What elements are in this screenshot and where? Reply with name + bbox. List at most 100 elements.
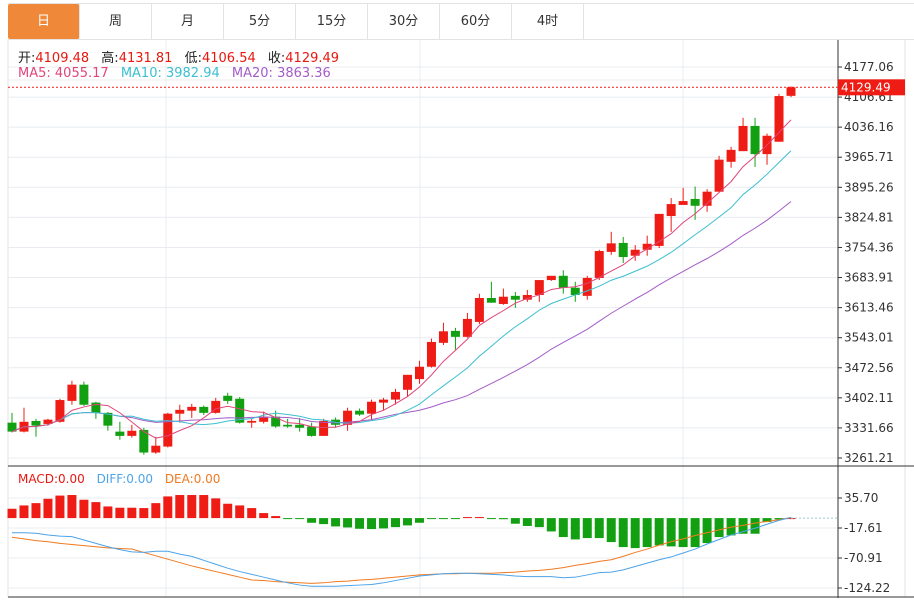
macd-bar xyxy=(522,518,532,526)
candle-body xyxy=(774,96,784,142)
price-tick-label: 4036.16 xyxy=(844,120,894,134)
ma20-label: MA20: xyxy=(231,66,273,81)
candle-body xyxy=(498,296,508,304)
ohlc-info: 开:4109.48 高:4131.81 低:4106.54 收:4129.49 xyxy=(18,47,347,66)
candle xyxy=(438,322,448,345)
candle xyxy=(19,407,29,433)
macd-bar xyxy=(199,495,209,519)
macd-bar xyxy=(235,505,245,519)
candle xyxy=(199,405,209,415)
candle-body xyxy=(355,410,365,415)
ma20-value: 3863.36 xyxy=(277,66,331,81)
macd-bar xyxy=(558,518,568,538)
candle xyxy=(786,86,796,98)
candle-body xyxy=(786,87,796,96)
macd-bar xyxy=(91,502,101,519)
macd-bar xyxy=(319,518,329,525)
candle xyxy=(462,312,472,338)
macd-bar xyxy=(187,495,197,519)
ma-info: MA5: 4055.17 MA10: 3982.94 MA20: 3863.36 xyxy=(18,66,331,81)
candle-body xyxy=(738,125,748,152)
price-tick-label: 3824.81 xyxy=(844,210,894,224)
price-tick-label: 3965.71 xyxy=(844,150,894,164)
macd-bar xyxy=(402,518,412,526)
macd-bar xyxy=(163,496,173,519)
candle-body xyxy=(582,277,592,296)
candle-body xyxy=(618,242,628,258)
candle-body xyxy=(307,426,317,436)
candle xyxy=(474,293,484,325)
ma10-label: MA10: xyxy=(120,66,162,81)
close-value: 4129.49 xyxy=(285,51,340,66)
price-tick-label: 3261.21 xyxy=(844,451,894,465)
candle xyxy=(558,270,568,294)
macd-label: MACD: xyxy=(18,472,59,486)
candle-body xyxy=(606,243,616,252)
open-value: 4109.48 xyxy=(35,51,90,66)
candle-body xyxy=(175,409,185,414)
candle xyxy=(714,155,724,192)
macd-bar xyxy=(510,518,520,524)
candle xyxy=(355,408,365,416)
macd-bar xyxy=(247,508,257,519)
candle-body xyxy=(402,374,412,390)
candle-body xyxy=(79,384,89,405)
candle-body xyxy=(295,424,305,428)
candle xyxy=(546,275,556,281)
candle xyxy=(642,235,652,256)
macd-bar xyxy=(127,507,137,519)
macd-bar xyxy=(283,518,293,520)
macd-tick-label: -17.61 xyxy=(844,521,883,535)
macd-bar xyxy=(151,503,161,519)
candle-body xyxy=(151,445,161,453)
candlestick-chart[interactable]: 4177.064106.614036.163965.713895.263824.… xyxy=(0,0,914,601)
macd-bar xyxy=(175,495,185,519)
macd-bar xyxy=(55,495,65,519)
diff-label: DIFF: xyxy=(96,472,127,486)
candle-body xyxy=(67,384,77,401)
macd-bar xyxy=(331,518,341,527)
price-tick-label: 3895.26 xyxy=(844,180,894,194)
macd-bar xyxy=(367,518,377,530)
candle xyxy=(247,418,257,428)
macd-bar xyxy=(450,518,460,520)
macd-bar xyxy=(750,518,760,534)
candle-body xyxy=(247,420,257,423)
macd-bar xyxy=(618,518,628,548)
macd-tick-label: -70.91 xyxy=(844,551,883,565)
close-label: 收: xyxy=(267,51,286,66)
macd-bar xyxy=(139,508,149,519)
candle-body xyxy=(750,125,760,155)
macd-bar xyxy=(474,517,484,519)
candle xyxy=(666,198,676,232)
candle xyxy=(163,412,173,448)
candle xyxy=(450,327,460,350)
candle xyxy=(307,422,317,437)
macd-value: 0.00 xyxy=(58,472,85,486)
candle-body xyxy=(474,297,484,322)
macd-bar xyxy=(426,518,436,520)
open-label: 开: xyxy=(18,51,36,66)
macd-bar xyxy=(486,518,496,520)
macd-bar xyxy=(570,518,580,540)
candle-body xyxy=(630,249,640,256)
candle xyxy=(55,398,65,423)
candle xyxy=(486,281,496,303)
ma5-label: MA5: xyxy=(18,66,51,81)
macd-tick-label: -124.22 xyxy=(844,581,890,595)
price-tick-label: 3754.36 xyxy=(844,240,894,254)
macd-bar xyxy=(690,518,700,548)
candle xyxy=(127,424,137,438)
candle-body xyxy=(283,424,293,427)
macd-bar xyxy=(546,518,556,532)
macd-bar xyxy=(702,518,712,544)
candle-body xyxy=(319,420,329,436)
candle xyxy=(79,381,89,407)
candle-body xyxy=(726,149,736,162)
macd-bar xyxy=(654,518,664,546)
macd-bar xyxy=(498,518,508,520)
candle-body xyxy=(367,401,377,414)
candle xyxy=(606,231,616,255)
candle xyxy=(498,288,508,305)
candle-body xyxy=(438,331,448,343)
